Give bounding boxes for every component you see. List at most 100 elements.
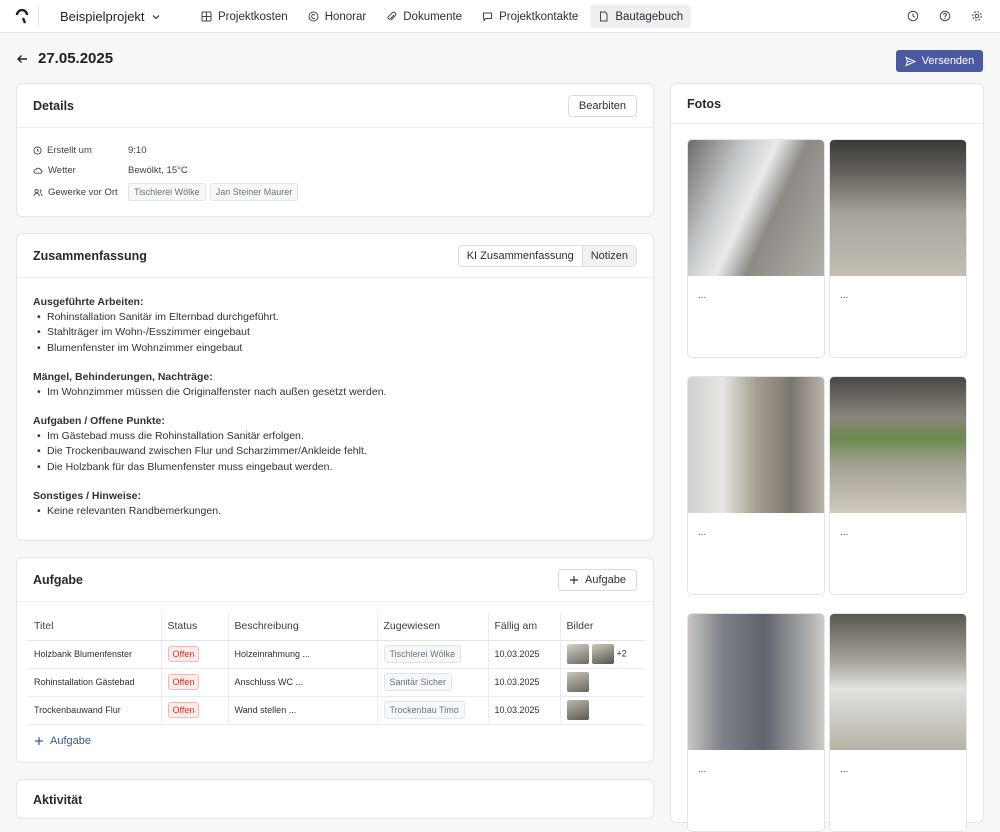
history-icon[interactable] xyxy=(906,9,920,23)
photo-card[interactable]: ... xyxy=(687,139,825,358)
photo-caption: ... xyxy=(840,527,849,538)
project-name: Beispielprojekt xyxy=(60,9,145,24)
cloud-icon xyxy=(33,167,43,174)
users-icon xyxy=(33,188,43,196)
created-value: 9:10 xyxy=(128,145,147,157)
list-item: Rohinstallation Sanitär im Elternbad dur… xyxy=(33,310,637,326)
photo-image[interactable] xyxy=(688,377,824,513)
section-list: Keine relevanten Randbemerkungen. xyxy=(33,504,637,520)
nav-projektkontakte[interactable]: Projektkontakte xyxy=(474,5,586,28)
task-image[interactable] xyxy=(591,644,614,664)
summary-card: Zusammenfassung KI Zusammenfassung Notiz… xyxy=(16,233,654,541)
nav-label: Projektkontakte xyxy=(499,10,579,23)
created-label: Erstellt um xyxy=(47,145,92,157)
details-body: Erstellt um 9:10 Wetter Bewölkt, 15°C Ge… xyxy=(17,128,653,204)
nav-projektkosten[interactable]: Projektkosten xyxy=(193,5,296,28)
list-item: Die Trockenbauwand zwischen Flur und Sch… xyxy=(33,444,637,460)
main-nav: Projektkosten Honorar Dokumente Projektk… xyxy=(193,5,692,28)
col-assignee: Zugewiesen xyxy=(376,612,488,641)
photo-image[interactable] xyxy=(830,614,966,750)
task-desc: Anschluss WC ... xyxy=(227,668,377,697)
tab-ai-summary[interactable]: KI Zusammenfassung xyxy=(458,245,583,266)
trade-tag: Tischlerei Wölke xyxy=(128,183,206,201)
add-task-link[interactable]: Aufgabe xyxy=(34,735,653,747)
task-image[interactable] xyxy=(566,644,589,664)
list-item: Blumenfenster im Wohnzimmer eingebaut xyxy=(33,341,637,357)
section-list: Rohinstallation Sanitär im Elternbad dur… xyxy=(33,310,637,356)
nav-dokumente[interactable]: Dokumente xyxy=(378,5,470,28)
table-row[interactable]: Trockenbauwand Flur Offen Wand stellen .… xyxy=(28,696,644,725)
weather-row: Wetter Bewölkt, 15°C xyxy=(33,161,637,181)
photo-card[interactable]: ... xyxy=(687,613,825,832)
task-title: Rohinstallation Gästebad xyxy=(28,668,161,697)
nav-bautagebuch[interactable]: Bautagebuch xyxy=(590,5,692,28)
images-cell xyxy=(559,668,644,697)
summary-tabs: KI Zusammenfassung Notizen xyxy=(457,244,637,267)
section-heading: Aufgaben / Offene Punkte: xyxy=(33,415,165,428)
photo-image[interactable] xyxy=(830,377,966,513)
photo-card[interactable]: ... xyxy=(829,376,967,595)
details-title: Details xyxy=(33,98,74,113)
photo-image[interactable] xyxy=(830,140,966,276)
status-cell: Offen xyxy=(160,640,228,669)
help-icon[interactable] xyxy=(938,9,952,23)
paperclip-icon xyxy=(387,11,397,21)
photo-image[interactable] xyxy=(688,140,824,276)
section-heading: Mängel, Behinderungen, Nachträge: xyxy=(33,370,213,383)
tasks-table: Titel Status Beschreibung Zugewiesen Fäl… xyxy=(28,612,644,725)
chevron-down-icon xyxy=(152,14,160,19)
trades-row: Gewerke vor Ort Tischlerei Wölke Jan Ste… xyxy=(33,180,637,204)
details-card: Details Bearbiten Erstellt um 9:10 Wette… xyxy=(16,83,654,217)
app-logo-icon[interactable] xyxy=(14,9,30,25)
list-item: Im Gästebad muss die Rohinstallation San… xyxy=(33,429,637,445)
tasks-title: Aufgabe xyxy=(33,572,83,587)
status-badge: Offen xyxy=(167,646,200,662)
photo-caption: ... xyxy=(698,290,707,301)
nav-honorar[interactable]: Honorar xyxy=(300,5,375,28)
images-cell xyxy=(559,696,644,725)
table-row[interactable]: Rohinstallation Gästebad Offen Anschluss… xyxy=(28,668,644,697)
table-row[interactable]: Holzbank Blumenfenster Offen Holzeinrahm… xyxy=(28,640,644,669)
created-row: Erstellt um 9:10 xyxy=(33,141,637,161)
send-button[interactable]: Versenden xyxy=(896,50,983,72)
task-title: Trockenbauwand Flur xyxy=(28,696,161,725)
tasks-header: Aufgabe Aufgabe xyxy=(17,558,653,602)
task-image[interactable] xyxy=(566,672,589,692)
photo-card[interactable]: ... xyxy=(829,139,967,358)
plus-icon xyxy=(570,575,579,584)
task-due: 10.03.2025 xyxy=(487,640,560,669)
task-desc: Wand stellen ... xyxy=(227,696,377,725)
photo-image[interactable] xyxy=(688,614,824,750)
details-header: Details Bearbiten xyxy=(17,84,653,128)
table-header-row: Titel Status Beschreibung Zugewiesen Fäl… xyxy=(28,612,644,641)
photo-card[interactable]: ... xyxy=(829,613,967,832)
list-item: Im Wohnzimmer müssen die Originalfenster… xyxy=(33,385,637,401)
col-due: Fällig am xyxy=(487,612,560,641)
status-cell: Offen xyxy=(160,668,228,697)
add-task-button[interactable]: Aufgabe xyxy=(558,568,637,591)
section-list: Im Gästebad muss die Rohinstallation San… xyxy=(33,429,637,475)
edit-button[interactable]: Bearbiten xyxy=(567,94,637,117)
assignee-tag: Tischlerei Wölke xyxy=(383,645,462,663)
col-images: Bilder xyxy=(559,612,644,641)
project-selector[interactable]: Beispielprojekt xyxy=(60,9,161,24)
task-title: Holzbank Blumenfenster xyxy=(28,640,161,669)
section-list: Im Wohnzimmer müssen die Originalfenster… xyxy=(33,385,637,401)
photo-caption: ... xyxy=(840,764,849,775)
nav-label: Projektkosten xyxy=(218,10,288,23)
gear-icon[interactable] xyxy=(970,9,984,23)
photo-caption: ... xyxy=(698,527,707,538)
photos-title: Fotos xyxy=(687,97,722,111)
assignee-cell: Trockenbau Timo xyxy=(376,696,488,725)
back-arrow-icon[interactable] xyxy=(16,53,28,65)
page-title: 27.05.2025 xyxy=(38,50,114,67)
task-desc: Holzeinrahmung ... xyxy=(227,640,377,669)
nav-label: Honorar xyxy=(324,10,367,23)
tab-notes[interactable]: Notizen xyxy=(582,245,636,266)
photo-caption: ... xyxy=(840,290,849,301)
photo-caption: ... xyxy=(698,764,707,775)
task-due: 10.03.2025 xyxy=(487,668,560,697)
photo-card[interactable]: ... xyxy=(687,376,825,595)
task-image[interactable] xyxy=(566,700,589,720)
add-task-link-label: Aufgabe xyxy=(50,734,91,747)
